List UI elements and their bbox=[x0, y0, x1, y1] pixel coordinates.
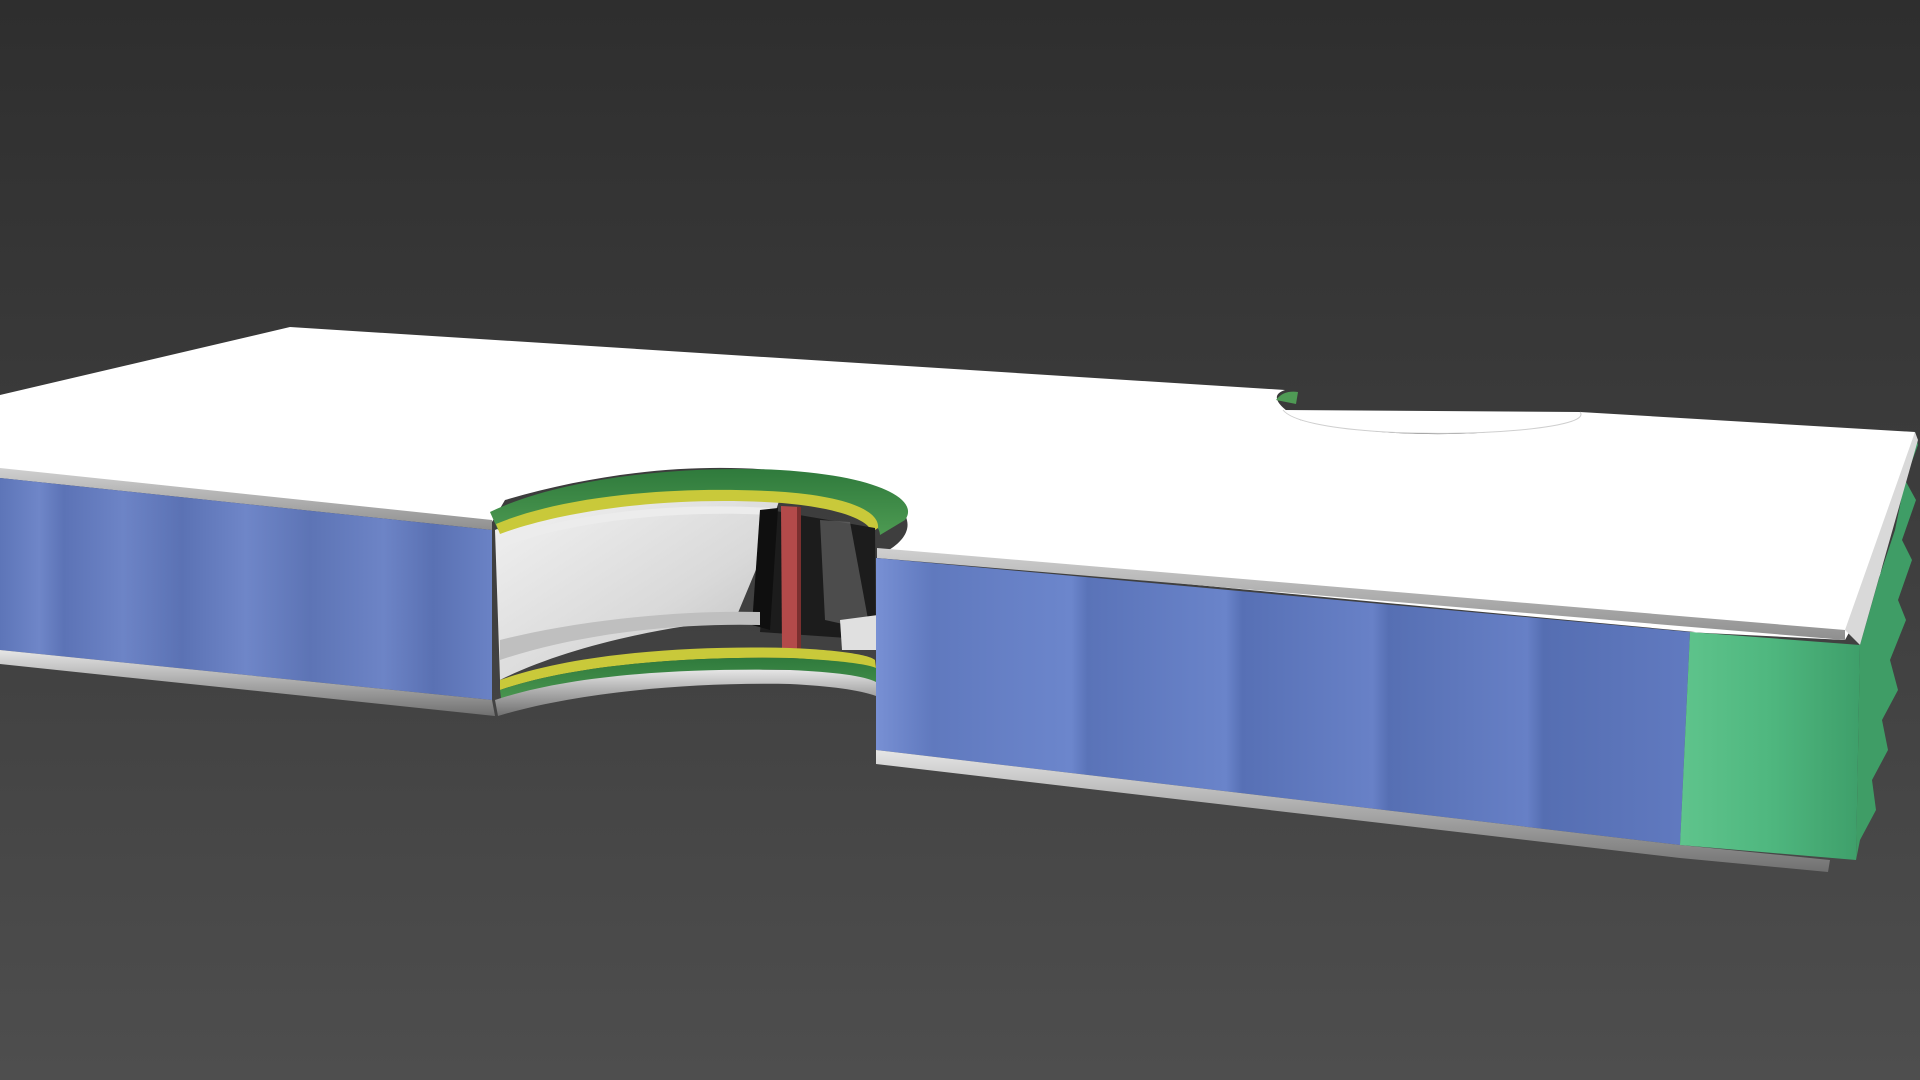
render-viewport[interactable] bbox=[0, 0, 1920, 1080]
insert-red-web-shadow bbox=[797, 507, 801, 650]
sandwich-panel-render bbox=[0, 0, 1920, 1080]
insert-lower-block bbox=[840, 615, 878, 650]
end-core-face bbox=[1680, 632, 1860, 860]
